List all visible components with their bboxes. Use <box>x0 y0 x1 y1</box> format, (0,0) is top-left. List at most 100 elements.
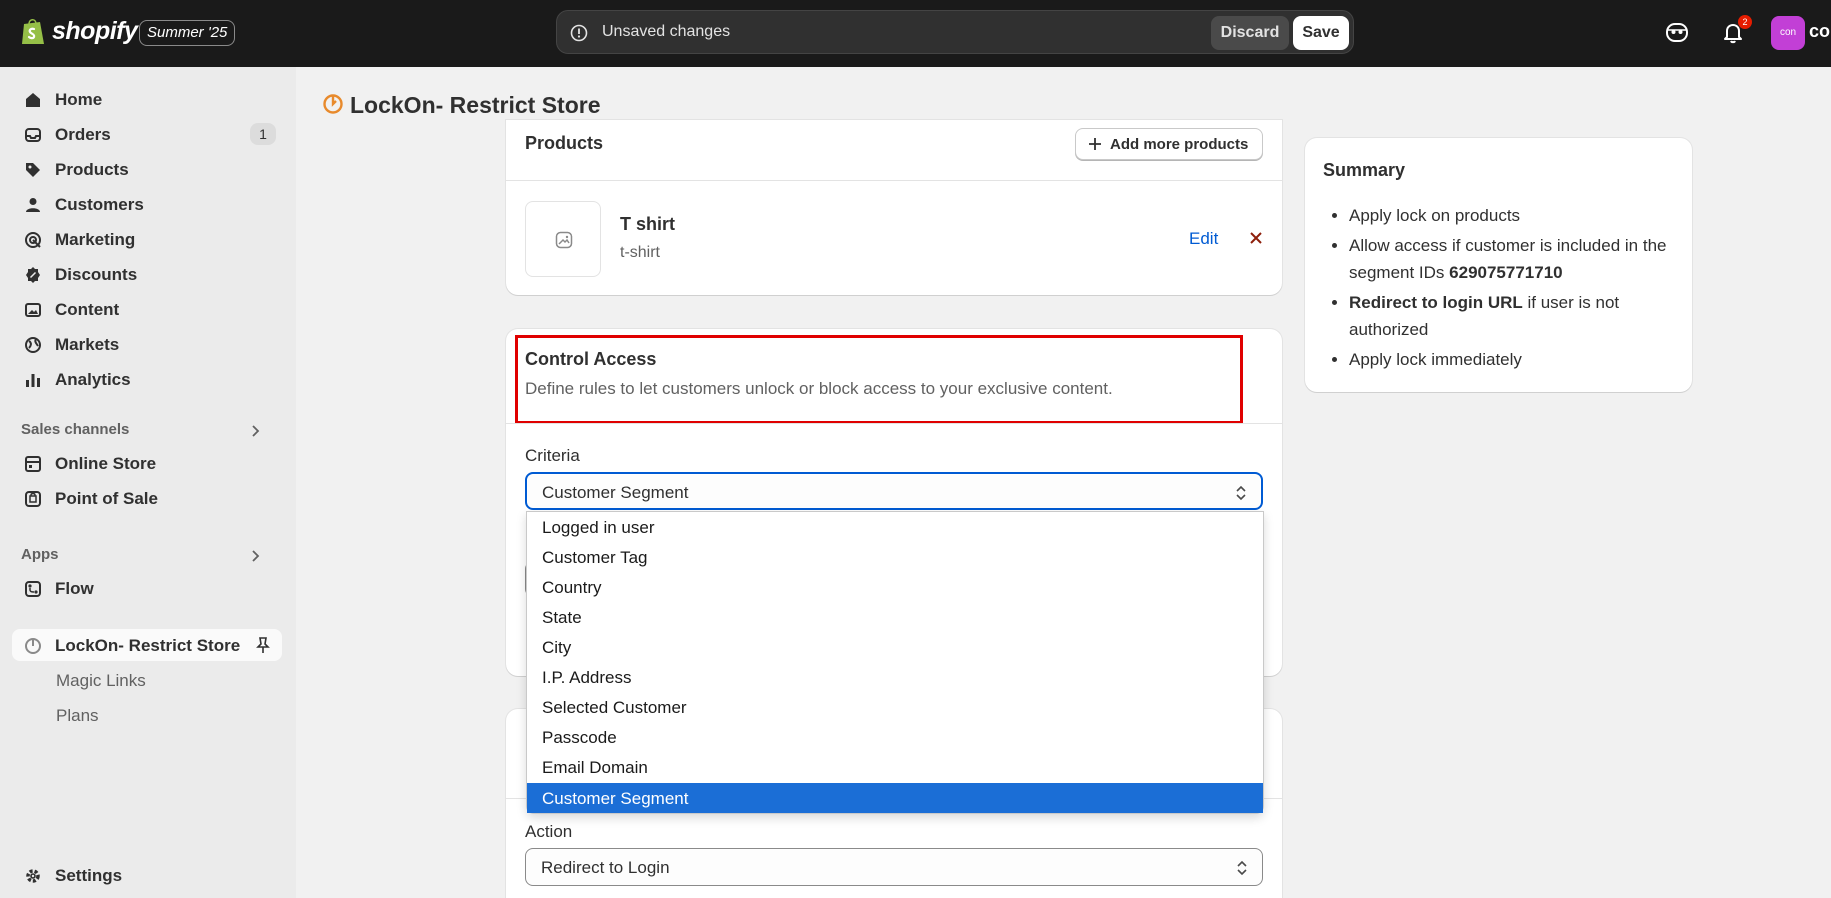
divider <box>506 423 1282 424</box>
edition-badge[interactable]: Summer '25 <box>139 20 236 46</box>
home-icon <box>26 93 40 107</box>
sidebar-subitem-plans[interactable]: Plans <box>56 706 99 726</box>
sidebar-item-online-store[interactable]: Online Store <box>12 447 282 479</box>
top-bar: shopify Summer '25 Unsaved changes Disca… <box>0 0 1831 67</box>
segment-id: 629075771710 <box>1449 263 1563 282</box>
sidebar-item-label: Point of Sale <box>55 489 158 508</box>
summary-item: Apply lock immediately <box>1349 346 1679 373</box>
sidebar-item-home[interactable]: Home <box>12 83 282 115</box>
option-label: I.P. Address <box>542 668 632 687</box>
sidebar-item-label: Customers <box>55 195 144 214</box>
divider <box>506 180 1282 181</box>
discard-button[interactable]: Discard <box>1211 16 1289 50</box>
dropdown-option[interactable]: I.P. Address <box>527 662 1263 692</box>
sidebar-item-point-of-sale[interactable]: Point of Sale <box>12 482 282 514</box>
image-content-icon <box>25 303 41 317</box>
products-card: Products Add more products T shirt t-shi… <box>506 120 1282 295</box>
avatar[interactable]: con <box>1771 16 1805 50</box>
option-label: City <box>542 638 572 657</box>
shopify-logo[interactable]: shopify <box>20 16 138 46</box>
dropdown-option[interactable]: City <box>527 632 1263 662</box>
dropdown-option[interactable]: Passcode <box>527 722 1263 752</box>
storefront-icon <box>25 456 41 472</box>
sidebar-item-markets[interactable]: Markets <box>12 328 282 360</box>
option-label: Passcode <box>542 728 617 747</box>
sidebar-item-label: Markets <box>55 335 120 354</box>
sidebar-item-orders[interactable]: Orders 1 <box>12 118 282 150</box>
dropdown-option-selected[interactable]: Customer Segment <box>527 783 1263 813</box>
alert-circle-icon <box>570 24 588 42</box>
products-card-title: Products <box>525 133 604 153</box>
sidekick-icon[interactable] <box>1664 19 1690 45</box>
unsaved-changes-bar: Unsaved changes Discard Save <box>556 10 1354 54</box>
action-select-value: Redirect to Login <box>541 858 670 877</box>
sidebar-item-content[interactable]: Content <box>12 293 282 325</box>
sidebar-item-settings[interactable]: Settings <box>12 859 282 891</box>
sidebar-item-customers[interactable]: Customers <box>12 188 282 220</box>
dropdown-option[interactable]: Email Domain <box>527 752 1263 782</box>
action-label: Action <box>525 822 573 841</box>
sidebar-subitem-magic-links[interactable]: Magic Links <box>56 671 146 691</box>
dropdown-option[interactable]: State <box>527 602 1263 632</box>
sidebar-item-label: Content <box>55 300 120 319</box>
apps-heading[interactable]: Apps <box>21 546 59 563</box>
store-name-label[interactable]: co <box>1809 21 1830 42</box>
summary-title: Summary <box>1323 160 1406 180</box>
chevron-right-icon[interactable] <box>248 424 262 438</box>
summary-item: Apply lock on products <box>1349 202 1679 229</box>
sidebar-item-lockon[interactable]: LockOn- Restrict Store <box>12 629 282 661</box>
bar-chart-icon <box>26 374 40 387</box>
add-more-products-button[interactable]: Add more products <box>1075 128 1264 160</box>
criteria-select[interactable]: Customer Segment <box>525 472 1263 510</box>
sidebar-item-marketing[interactable]: Marketing <box>12 223 282 255</box>
remove-product-icon[interactable] <box>1248 230 1264 246</box>
sidebar-item-label: LockOn- Restrict Store <box>55 636 241 655</box>
sidebar-item-label: Settings <box>55 866 123 885</box>
option-label: Customer Segment <box>542 789 689 808</box>
dropdown-option[interactable]: Logged in user <box>527 512 1263 542</box>
product-thumbnail <box>525 201 601 277</box>
product-handle: t-shirt <box>620 244 660 261</box>
highlight-box <box>515 335 1243 424</box>
sidebar-item-label: Marketing <box>55 230 136 249</box>
option-label: State <box>542 608 582 627</box>
sidebar-item-label: Flow <box>55 579 94 598</box>
discount-icon <box>26 267 40 283</box>
dropdown-option[interactable]: Customer Tag <box>527 542 1263 572</box>
page-title: LockOn- Restrict Store <box>350 92 601 118</box>
image-placeholder-icon <box>555 231 573 249</box>
select-arrows-icon <box>1237 860 1247 876</box>
option-label: Country <box>542 578 602 597</box>
select-arrows-icon <box>1236 485 1246 501</box>
sales-channels-heading[interactable]: Sales channels <box>21 421 129 438</box>
tag-icon <box>26 163 40 177</box>
chevron-right-icon[interactable] <box>248 549 262 563</box>
pos-bag-icon <box>25 491 41 507</box>
option-label: Selected Customer <box>542 698 687 717</box>
sidebar-item-label: Discounts <box>55 265 138 284</box>
criteria-dropdown-list: Logged in user Customer Tag Country Stat… <box>526 511 1264 814</box>
sidebar-item-analytics[interactable]: Analytics <box>12 363 282 395</box>
edit-product-link[interactable]: Edit <box>1189 229 1218 249</box>
sidebar-item-label: Analytics <box>55 370 131 389</box>
pin-icon[interactable] <box>254 636 272 654</box>
save-button[interactable]: Save <box>1293 16 1349 50</box>
add-more-products-label: Add more products <box>1110 135 1249 153</box>
summary-card: Summary Apply lock on products Allow acc… <box>1305 138 1692 392</box>
unsaved-changes-label: Unsaved changes <box>602 23 731 40</box>
sidebar-item-discounts[interactable]: Discounts <box>12 258 282 290</box>
redirect-label: Redirect to login URL <box>1349 293 1523 312</box>
action-select[interactable]: Redirect to Login <box>525 848 1263 886</box>
plus-icon <box>1089 138 1101 150</box>
dropdown-option[interactable]: Country <box>527 572 1263 602</box>
sidebar-item-label: Orders <box>55 125 111 144</box>
flow-icon <box>25 581 41 597</box>
option-label: Email Domain <box>542 758 648 777</box>
gear-icon <box>26 869 40 883</box>
dropdown-option[interactable]: Selected Customer <box>527 692 1263 722</box>
sidebar-item-flow[interactable]: Flow <box>12 572 282 604</box>
sidebar-item-label: Online Store <box>55 454 157 473</box>
sidebar-item-label: Home <box>55 90 103 109</box>
option-label: Customer Tag <box>542 548 648 567</box>
sidebar-item-products[interactable]: Products <box>12 153 282 185</box>
